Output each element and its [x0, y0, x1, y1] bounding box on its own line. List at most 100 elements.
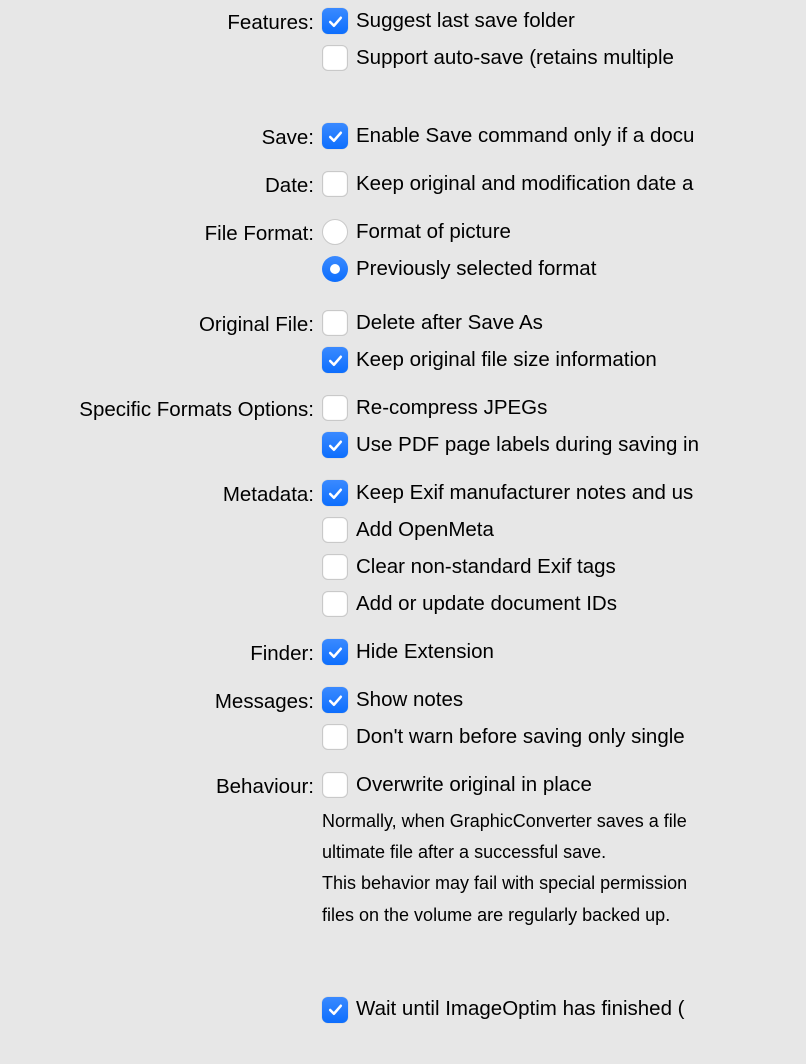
- metadata-keep-exif-item: Keep Exif manufacturer notes and us: [322, 480, 806, 506]
- behaviour-overwrite-item: Overwrite original in place: [322, 772, 806, 798]
- fileformat-picture-radio[interactable]: [322, 219, 348, 245]
- save-controls: Enable Save command only if a docu: [322, 123, 806, 160]
- imageoptim-wait-label: Wait until ImageOptim has finished (: [356, 997, 685, 1022]
- metadata-clear-exif-label: Clear non-standard Exif tags: [356, 555, 616, 580]
- check-icon: [327, 1001, 344, 1018]
- finder-label: Finder:: [0, 639, 322, 666]
- behaviour-overwrite-label: Overwrite original in place: [356, 773, 592, 798]
- metadata-document-ids-checkbox[interactable]: [322, 591, 348, 617]
- check-icon: [327, 437, 344, 454]
- finder-group: Finder: Hide Extension: [0, 639, 806, 676]
- fileformat-picture-item: Format of picture: [322, 219, 806, 245]
- date-group: Date: Keep original and modification dat…: [0, 171, 806, 208]
- features-auto-save-item: Support auto-save (retains multiple: [322, 45, 806, 71]
- save-enable-command-checkbox[interactable]: [322, 123, 348, 149]
- imageoptim-controls: Wait until ImageOptim has finished (: [322, 997, 806, 1034]
- check-icon: [327, 644, 344, 661]
- fileformat-previous-label: Previously selected format: [356, 257, 596, 282]
- date-controls: Keep original and modification date a: [322, 171, 806, 208]
- specific-pdf-labels-checkbox[interactable]: [322, 432, 348, 458]
- behaviour-note-3: This behavior may fail with special perm…: [322, 871, 806, 896]
- check-icon: [327, 13, 344, 30]
- check-icon: [327, 485, 344, 502]
- metadata-keep-exif-checkbox[interactable]: [322, 480, 348, 506]
- finder-hide-extension-checkbox[interactable]: [322, 639, 348, 665]
- messages-show-notes-item: Show notes: [322, 687, 806, 713]
- features-group: Features: Suggest last save folder Suppo…: [0, 8, 806, 82]
- metadata-document-ids-item: Add or update document IDs: [322, 591, 806, 617]
- features-auto-save-label: Support auto-save (retains multiple: [356, 46, 674, 71]
- originalfile-keep-size-checkbox[interactable]: [322, 347, 348, 373]
- features-suggest-last-folder-checkbox[interactable]: [322, 8, 348, 34]
- finder-hide-extension-label: Hide Extension: [356, 640, 494, 665]
- imageoptim-empty-label: [0, 997, 322, 1000]
- save-enable-command-label: Enable Save command only if a docu: [356, 124, 694, 149]
- date-keep-original-label: Keep original and modification date a: [356, 172, 693, 197]
- behaviour-group: Behaviour: Overwrite original in place N…: [0, 772, 806, 928]
- originalfile-keep-size-label: Keep original file size information: [356, 348, 657, 373]
- behaviour-controls: Overwrite original in place Normally, wh…: [322, 772, 806, 928]
- features-controls: Suggest last save folder Support auto-sa…: [322, 8, 806, 82]
- spacer: [0, 939, 806, 997]
- messages-dont-warn-checkbox[interactable]: [322, 724, 348, 750]
- check-icon: [327, 128, 344, 145]
- features-suggest-last-folder-label: Suggest last save folder: [356, 9, 575, 34]
- metadata-openmeta-item: Add OpenMeta: [322, 517, 806, 543]
- imageoptim-wait-checkbox[interactable]: [322, 997, 348, 1023]
- messages-controls: Show notes Don't warn before saving only…: [322, 687, 806, 761]
- behaviour-label: Behaviour:: [0, 772, 322, 799]
- check-icon: [327, 692, 344, 709]
- features-suggest-last-folder-item: Suggest last save folder: [322, 8, 806, 34]
- imageoptim-group: Wait until ImageOptim has finished (: [0, 997, 806, 1034]
- finder-hide-extension-item: Hide Extension: [322, 639, 806, 665]
- originalfile-delete-label: Delete after Save As: [356, 311, 543, 336]
- date-label: Date:: [0, 171, 322, 198]
- metadata-group: Metadata: Keep Exif manufacturer notes a…: [0, 480, 806, 628]
- specificformats-group: Specific Formats Options: Re-compress JP…: [0, 395, 806, 469]
- originalfile-controls: Delete after Save As Keep original file …: [322, 310, 806, 384]
- originalfile-group: Original File: Delete after Save As Keep…: [0, 310, 806, 384]
- fileformat-picture-label: Format of picture: [356, 220, 511, 245]
- behaviour-note-1: Normally, when GraphicConverter saves a …: [322, 809, 806, 834]
- behaviour-note-2: ultimate file after a successful save.: [322, 840, 806, 865]
- specific-pdf-labels-item: Use PDF page labels during saving in: [322, 432, 806, 458]
- save-group: Save: Enable Save command only if a docu: [0, 123, 806, 160]
- spacer: [0, 93, 806, 123]
- fileformat-controls: Format of picture Previously selected fo…: [322, 219, 806, 293]
- originalfile-delete-item: Delete after Save As: [322, 310, 806, 336]
- specificformats-controls: Re-compress JPEGs Use PDF page labels du…: [322, 395, 806, 469]
- behaviour-note-4: files on the volume are regularly backed…: [322, 903, 806, 928]
- specificformats-label: Specific Formats Options:: [0, 395, 322, 422]
- messages-show-notes-label: Show notes: [356, 688, 463, 713]
- finder-controls: Hide Extension: [322, 639, 806, 676]
- fileformat-label: File Format:: [0, 219, 322, 246]
- metadata-document-ids-label: Add or update document IDs: [356, 592, 617, 617]
- metadata-openmeta-checkbox[interactable]: [322, 517, 348, 543]
- metadata-keep-exif-label: Keep Exif manufacturer notes and us: [356, 481, 693, 506]
- imageoptim-wait-item: Wait until ImageOptim has finished (: [322, 997, 806, 1023]
- metadata-openmeta-label: Add OpenMeta: [356, 518, 494, 543]
- messages-dont-warn-item: Don't warn before saving only single: [322, 724, 806, 750]
- save-enable-command-item: Enable Save command only if a docu: [322, 123, 806, 149]
- originalfile-label: Original File:: [0, 310, 322, 337]
- metadata-clear-exif-checkbox[interactable]: [322, 554, 348, 580]
- metadata-controls: Keep Exif manufacturer notes and us Add …: [322, 480, 806, 628]
- fileformat-previous-radio[interactable]: [322, 256, 348, 282]
- originalfile-delete-checkbox[interactable]: [322, 310, 348, 336]
- date-keep-original-checkbox[interactable]: [322, 171, 348, 197]
- messages-group: Messages: Show notes Don't warn before s…: [0, 687, 806, 761]
- messages-show-notes-checkbox[interactable]: [322, 687, 348, 713]
- date-keep-original-item: Keep original and modification date a: [322, 171, 806, 197]
- behaviour-overwrite-checkbox[interactable]: [322, 772, 348, 798]
- fileformat-group: File Format: Format of picture Previousl…: [0, 219, 806, 293]
- specific-recompress-jpeg-label: Re-compress JPEGs: [356, 396, 547, 421]
- save-label: Save:: [0, 123, 322, 150]
- features-label: Features:: [0, 8, 322, 35]
- features-auto-save-checkbox[interactable]: [322, 45, 348, 71]
- specific-recompress-jpeg-checkbox[interactable]: [322, 395, 348, 421]
- metadata-clear-exif-item: Clear non-standard Exif tags: [322, 554, 806, 580]
- fileformat-previous-item: Previously selected format: [322, 256, 806, 282]
- messages-dont-warn-label: Don't warn before saving only single: [356, 725, 685, 750]
- metadata-label: Metadata:: [0, 480, 322, 507]
- specific-pdf-labels-label: Use PDF page labels during saving in: [356, 433, 699, 458]
